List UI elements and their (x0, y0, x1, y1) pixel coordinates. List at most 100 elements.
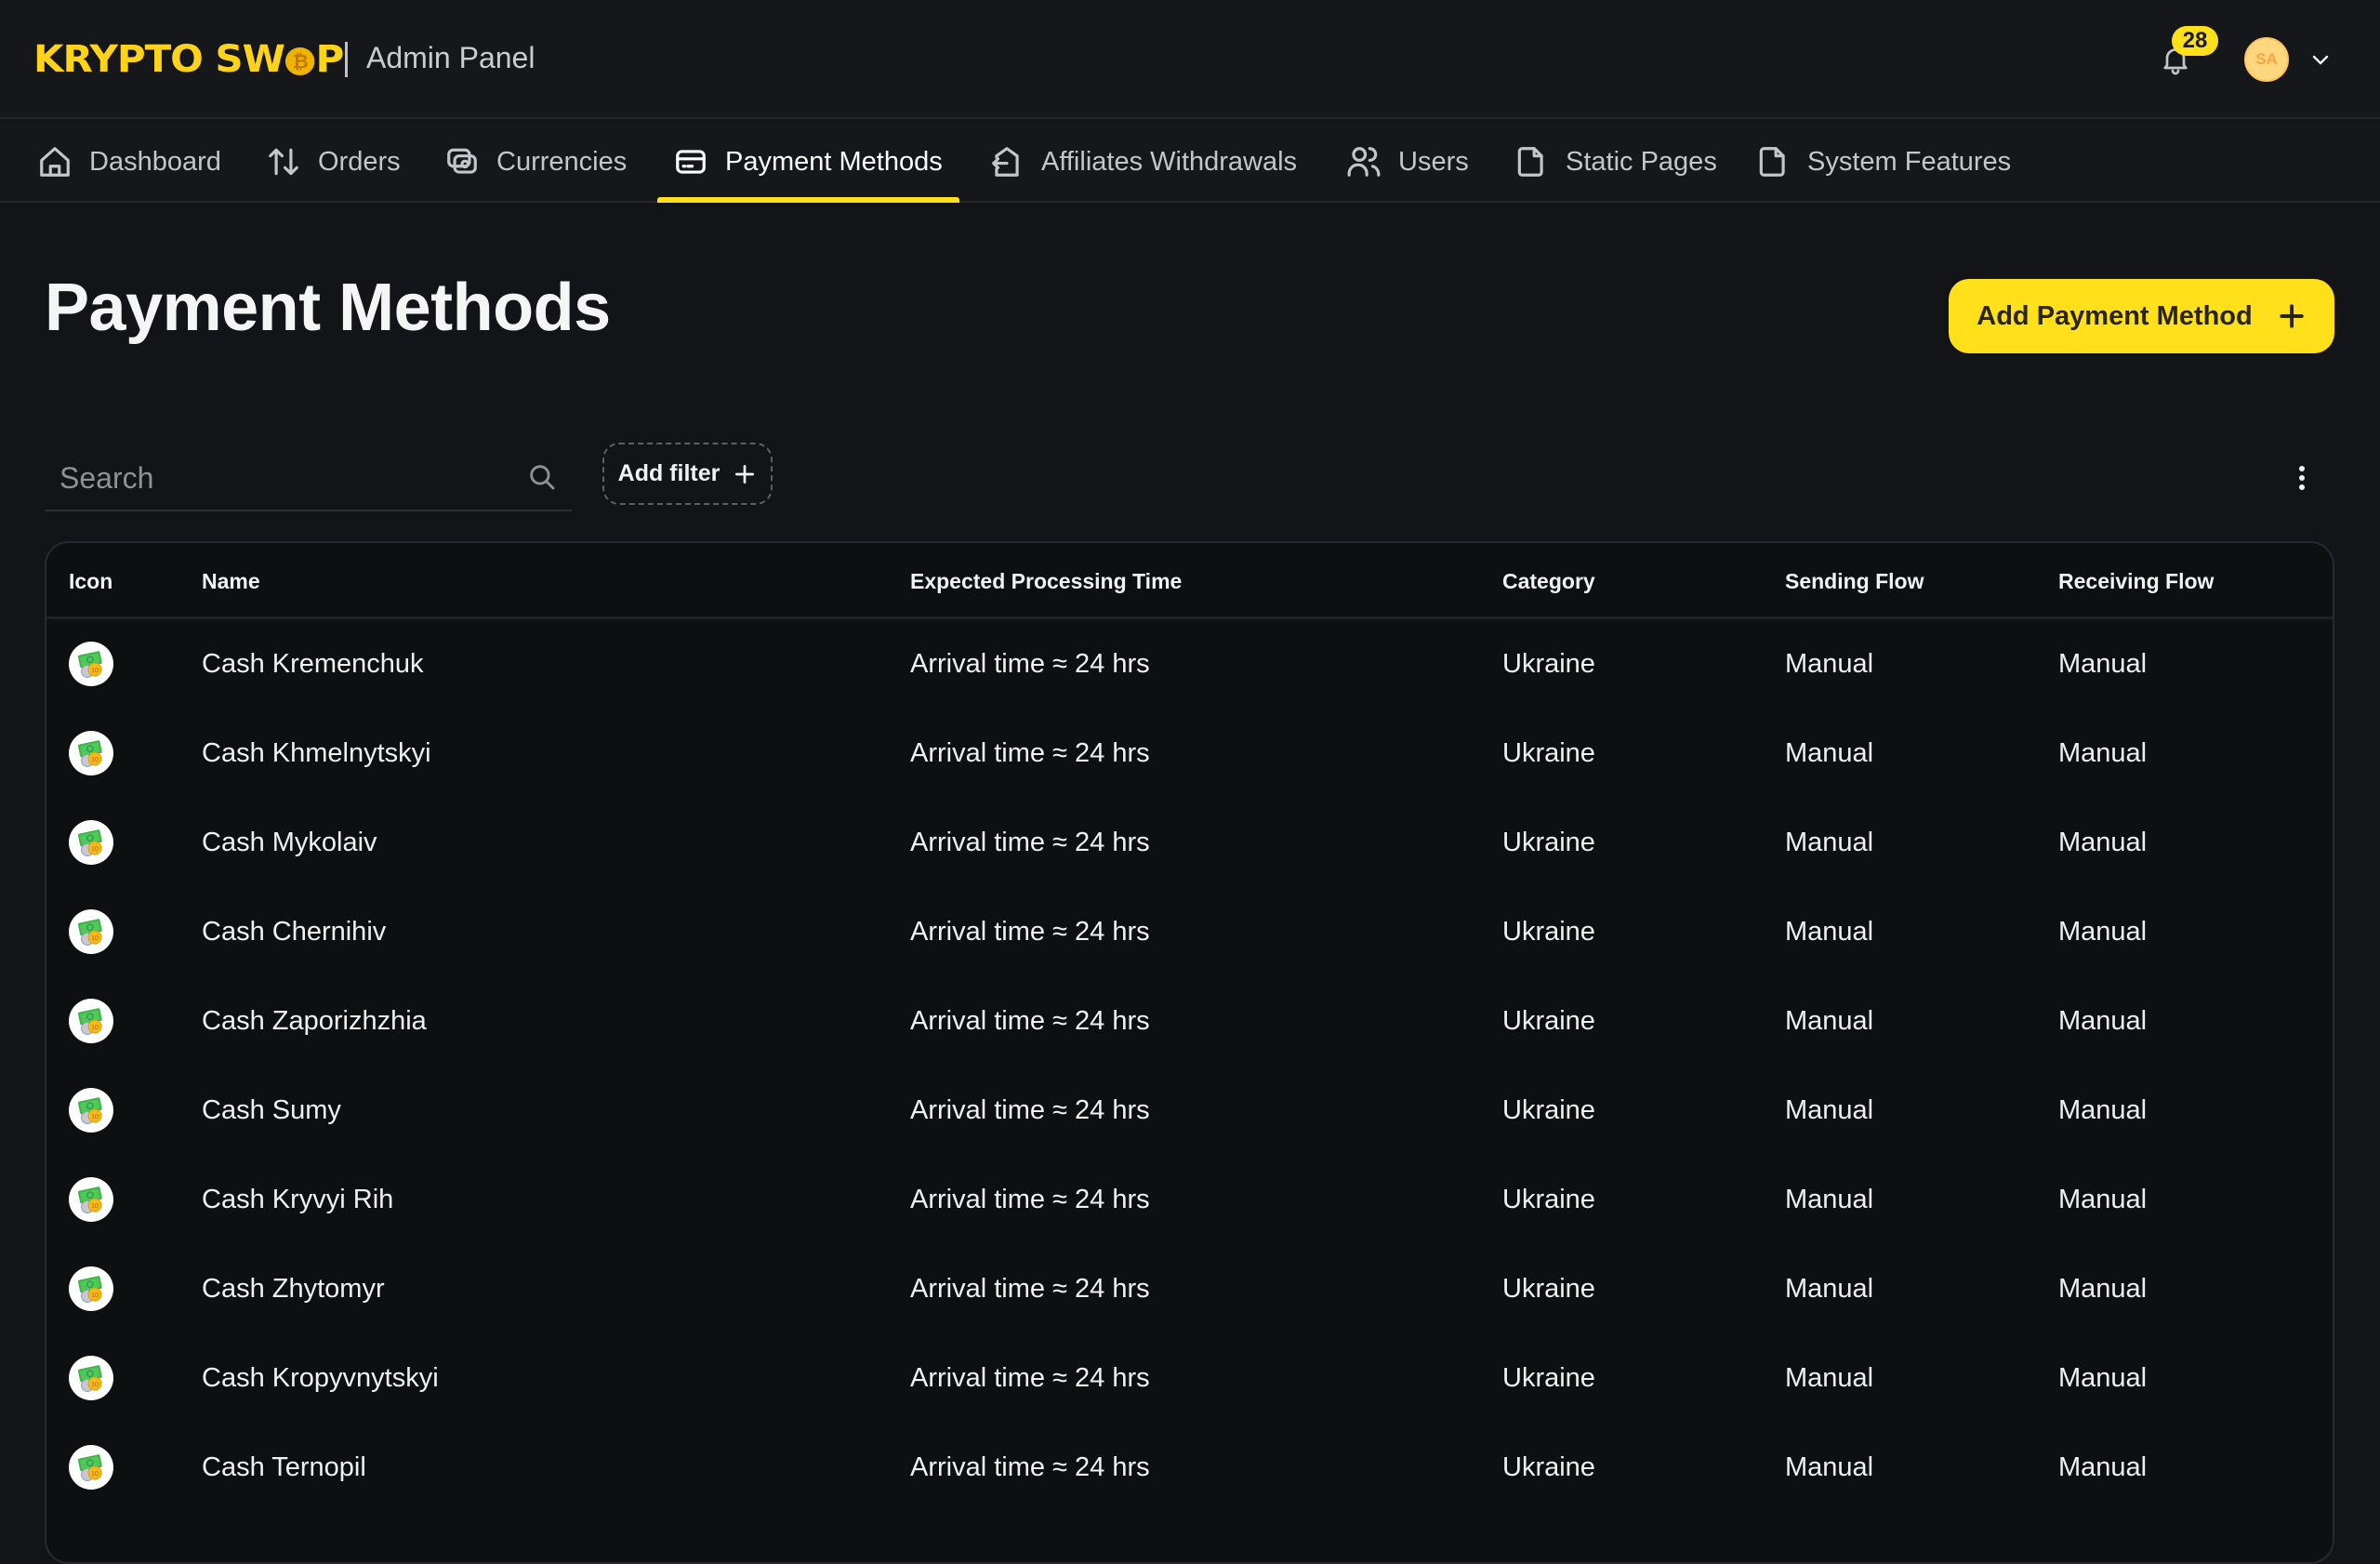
payment-method-name: Cash Chernihiv (202, 917, 387, 947)
cash-icon: 10 (69, 1177, 113, 1222)
top-bar: KRYPTO SW ₿ P Admin Panel 28 SA (0, 0, 2380, 119)
payment-method-name: Cash Zaporizhzhia (202, 1006, 427, 1036)
sending-flow: Manual (1785, 828, 1874, 857)
cash-icon: 10 (69, 1356, 113, 1400)
more-options-icon[interactable] (2287, 459, 2317, 497)
logo-divider (345, 42, 348, 77)
svg-text:10: 10 (91, 846, 99, 853)
add-filter-button[interactable]: Add filter (602, 443, 773, 505)
cash-icon: 10 (69, 909, 113, 954)
nav-tab-orders[interactable]: Orders (266, 121, 401, 203)
column-header-expected-processing-time[interactable]: Expected Processing Time (910, 569, 1182, 594)
search-field (45, 444, 572, 511)
processing-time: Arrival time ≈ 24 hrs (910, 828, 1150, 857)
category: Ukraine (1502, 649, 1595, 679)
receiving-flow: Manual (2058, 1363, 2148, 1393)
plus-icon (735, 464, 755, 484)
processing-time: Arrival time ≈ 24 hrs (910, 1452, 1150, 1482)
svg-text:10: 10 (91, 1471, 99, 1478)
notification-count-badge: 28 (2172, 26, 2218, 56)
table-row[interactable]: 10 Cash Chernihiv Arrival time ≈ 24 hrs … (46, 887, 2333, 976)
sending-flow: Manual (1785, 649, 1874, 679)
nav-tab-dashboard[interactable]: Dashboard (37, 121, 221, 203)
payment-methods-table: Icon Name Expected Processing Time Categ… (45, 541, 2334, 1564)
payment-method-name: Cash Sumy (202, 1095, 341, 1125)
payment-method-name: Cash Ternopil (202, 1452, 366, 1482)
svg-text:10: 10 (91, 1292, 99, 1299)
receiving-flow: Manual (2058, 1274, 2148, 1304)
category: Ukraine (1502, 1363, 1595, 1393)
bitcoin-coin-icon: ₿ (284, 47, 315, 75)
cash-icon: 10 (69, 820, 113, 865)
category: Ukraine (1502, 1274, 1595, 1304)
money-stack-icon (447, 148, 477, 174)
receiving-flow: Manual (2058, 1095, 2148, 1125)
nav-tab-affiliates-withdrawals[interactable]: Affiliates Withdrawals (989, 121, 1297, 203)
admin-panel-label: Admin Panel (366, 41, 536, 74)
chevron-down-icon[interactable] (2309, 48, 2332, 71)
payment-method-name: Cash Khmelnytskyi (202, 738, 431, 768)
receiving-flow: Manual (2058, 1006, 2148, 1036)
table-row[interactable]: 10 Cash Zaporizhzhia Arrival time ≈ 24 h… (46, 976, 2333, 1066)
cash-icon: 10 (69, 642, 113, 686)
svg-text:10: 10 (91, 1382, 99, 1388)
category: Ukraine (1502, 1095, 1595, 1125)
svg-text:10: 10 (91, 1203, 99, 1210)
receiving-flow: Manual (2058, 828, 2148, 857)
logo-wordmark: KRYPTO SW ₿ P (33, 38, 344, 81)
cash-icon: 10 (69, 1088, 113, 1133)
receiving-flow: Manual (2058, 1452, 2148, 1482)
table-row[interactable]: 10 Cash Kryvyi Rih Arrival time ≈ 24 hrs… (46, 1155, 2333, 1244)
category: Ukraine (1502, 828, 1595, 857)
brand-logo[interactable]: KRYPTO SW ₿ P (33, 35, 344, 84)
sending-flow: Manual (1785, 917, 1874, 947)
processing-time: Arrival time ≈ 24 hrs (910, 1274, 1150, 1304)
column-header-category[interactable]: Category (1502, 569, 1595, 594)
table-row[interactable]: 10 Cash Zhytomyr Arrival time ≈ 24 hrs U… (46, 1244, 2333, 1333)
nav-tab-users[interactable]: Users (1346, 121, 1469, 203)
processing-time: Arrival time ≈ 24 hrs (910, 1363, 1150, 1393)
nav-tab-system-features[interactable]: System Features (1755, 121, 2011, 203)
table-row[interactable]: 10 Cash Khmelnytskyi Arrival time ≈ 24 h… (46, 709, 2333, 798)
page-title: Payment Methods (45, 271, 611, 345)
cash-icon: 10 (69, 1445, 113, 1490)
sending-flow: Manual (1785, 1452, 1874, 1482)
svg-text:10: 10 (91, 668, 99, 674)
column-header-sending-flow[interactable]: Sending Flow (1785, 569, 1924, 594)
table-row[interactable]: 10 Cash Kremenchuk Arrival time ≈ 24 hrs… (46, 619, 2333, 709)
payment-method-name: Cash Zhytomyr (202, 1274, 385, 1304)
avatar[interactable]: SA (2244, 37, 2289, 82)
arrows-up-down-icon (269, 148, 298, 176)
column-header-receiving-flow[interactable]: Receiving Flow (2058, 569, 2214, 594)
cash-icon: 10 (69, 1266, 113, 1311)
search-input[interactable] (60, 457, 506, 498)
processing-time: Arrival time ≈ 24 hrs (910, 649, 1150, 679)
receiving-flow: Manual (2058, 1185, 2148, 1214)
table-row[interactable]: 10 Cash Kropyvnytskyi Arrival time ≈ 24 … (46, 1333, 2333, 1423)
document-icon (1759, 147, 1785, 177)
receiving-flow: Manual (2058, 649, 2148, 679)
users-icon (1347, 147, 1381, 177)
active-tab-indicator (657, 197, 959, 203)
category: Ukraine (1502, 1452, 1595, 1482)
receiving-flow: Manual (2058, 917, 2148, 947)
main-nav: Dashboard Orders Currencies Payment Meth… (0, 121, 2380, 203)
table-row[interactable]: 10 Cash Mykolaiv Arrival time ≈ 24 hrs U… (46, 798, 2333, 887)
table-row[interactable]: 10 Cash Sumy Arrival time ≈ 24 hrs Ukrai… (46, 1066, 2333, 1155)
receiving-flow: Manual (2058, 738, 2148, 768)
table-row[interactable]: 10 Cash Ternopil Arrival time ≈ 24 hrs U… (46, 1423, 2333, 1512)
svg-text:10: 10 (91, 757, 99, 763)
add-payment-method-button[interactable]: Add Payment Method (1949, 279, 2334, 353)
processing-time: Arrival time ≈ 24 hrs (910, 738, 1150, 768)
nav-tab-currencies[interactable]: Currencies (444, 121, 627, 203)
svg-text:10: 10 (91, 935, 99, 942)
column-header-icon[interactable]: Icon (69, 569, 112, 594)
sending-flow: Manual (1785, 1363, 1874, 1393)
processing-time: Arrival time ≈ 24 hrs (910, 1095, 1150, 1125)
nav-tab-static-pages[interactable]: Static Pages (1514, 121, 1717, 203)
search-icon[interactable] (526, 461, 558, 493)
document-icon (1517, 147, 1543, 177)
processing-time: Arrival time ≈ 24 hrs (910, 1006, 1150, 1036)
nav-tab-payment-methods[interactable]: Payment Methods (657, 121, 959, 203)
column-header-name[interactable]: Name (202, 569, 260, 594)
